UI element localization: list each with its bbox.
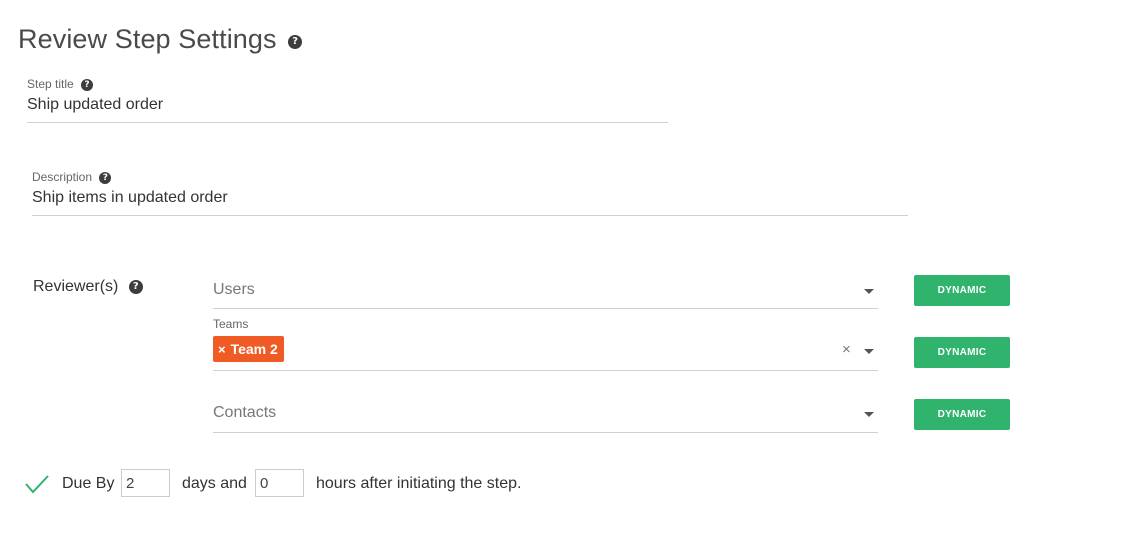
clear-icon[interactable]: × <box>842 341 851 358</box>
contacts-select[interactable]: Contacts <box>213 399 878 433</box>
users-placeholder: Users <box>213 281 255 298</box>
question-circle-icon[interactable]: ? <box>81 78 94 91</box>
description-field[interactable]: Description ? Ship items in updated orde… <box>32 170 908 219</box>
due-days-input[interactable] <box>121 469 170 497</box>
question-circle-icon[interactable]: ? <box>99 171 112 184</box>
users-select[interactable]: Users <box>213 275 878 309</box>
users-dynamic-button[interactable]: DYNAMIC <box>914 275 1010 306</box>
step-title-label: Step title ? <box>27 77 668 91</box>
question-circle-icon[interactable]: ? <box>128 279 143 294</box>
check-icon[interactable] <box>24 473 50 495</box>
chevron-down-icon[interactable] <box>864 289 874 294</box>
teams-dynamic-button[interactable]: DYNAMIC <box>914 337 1010 368</box>
contacts-placeholder: Contacts <box>213 404 277 421</box>
hours-after-text: hours after initiating the step. <box>316 475 522 492</box>
due-hours-input[interactable] <box>255 469 304 497</box>
team-chip-label: Team 2 <box>230 341 278 357</box>
days-and-text: days and <box>182 475 247 492</box>
step-title-input[interactable]: Ship updated order <box>27 96 668 123</box>
description-input[interactable]: Ship items in updated order <box>32 189 908 216</box>
team-chip[interactable]: × Team 2 <box>213 336 284 362</box>
teams-label: Teams <box>213 317 249 331</box>
page-title: Review Step Settings ? <box>18 24 303 55</box>
teams-select[interactable]: Teams × Team 2 × <box>213 316 878 371</box>
due-by-label: Due By <box>62 475 115 492</box>
page-title-text: Review Step Settings <box>18 24 277 54</box>
close-icon[interactable]: × <box>218 342 226 357</box>
contacts-dynamic-button[interactable]: DYNAMIC <box>914 399 1010 430</box>
chevron-down-icon[interactable] <box>864 349 874 354</box>
chevron-down-icon[interactable] <box>864 412 874 417</box>
reviewers-label: Reviewer(s) ? <box>33 278 143 296</box>
description-label: Description ? <box>32 170 908 184</box>
step-title-field[interactable]: Step title ? Ship updated order <box>27 77 668 126</box>
question-circle-icon[interactable]: ? <box>288 34 303 49</box>
